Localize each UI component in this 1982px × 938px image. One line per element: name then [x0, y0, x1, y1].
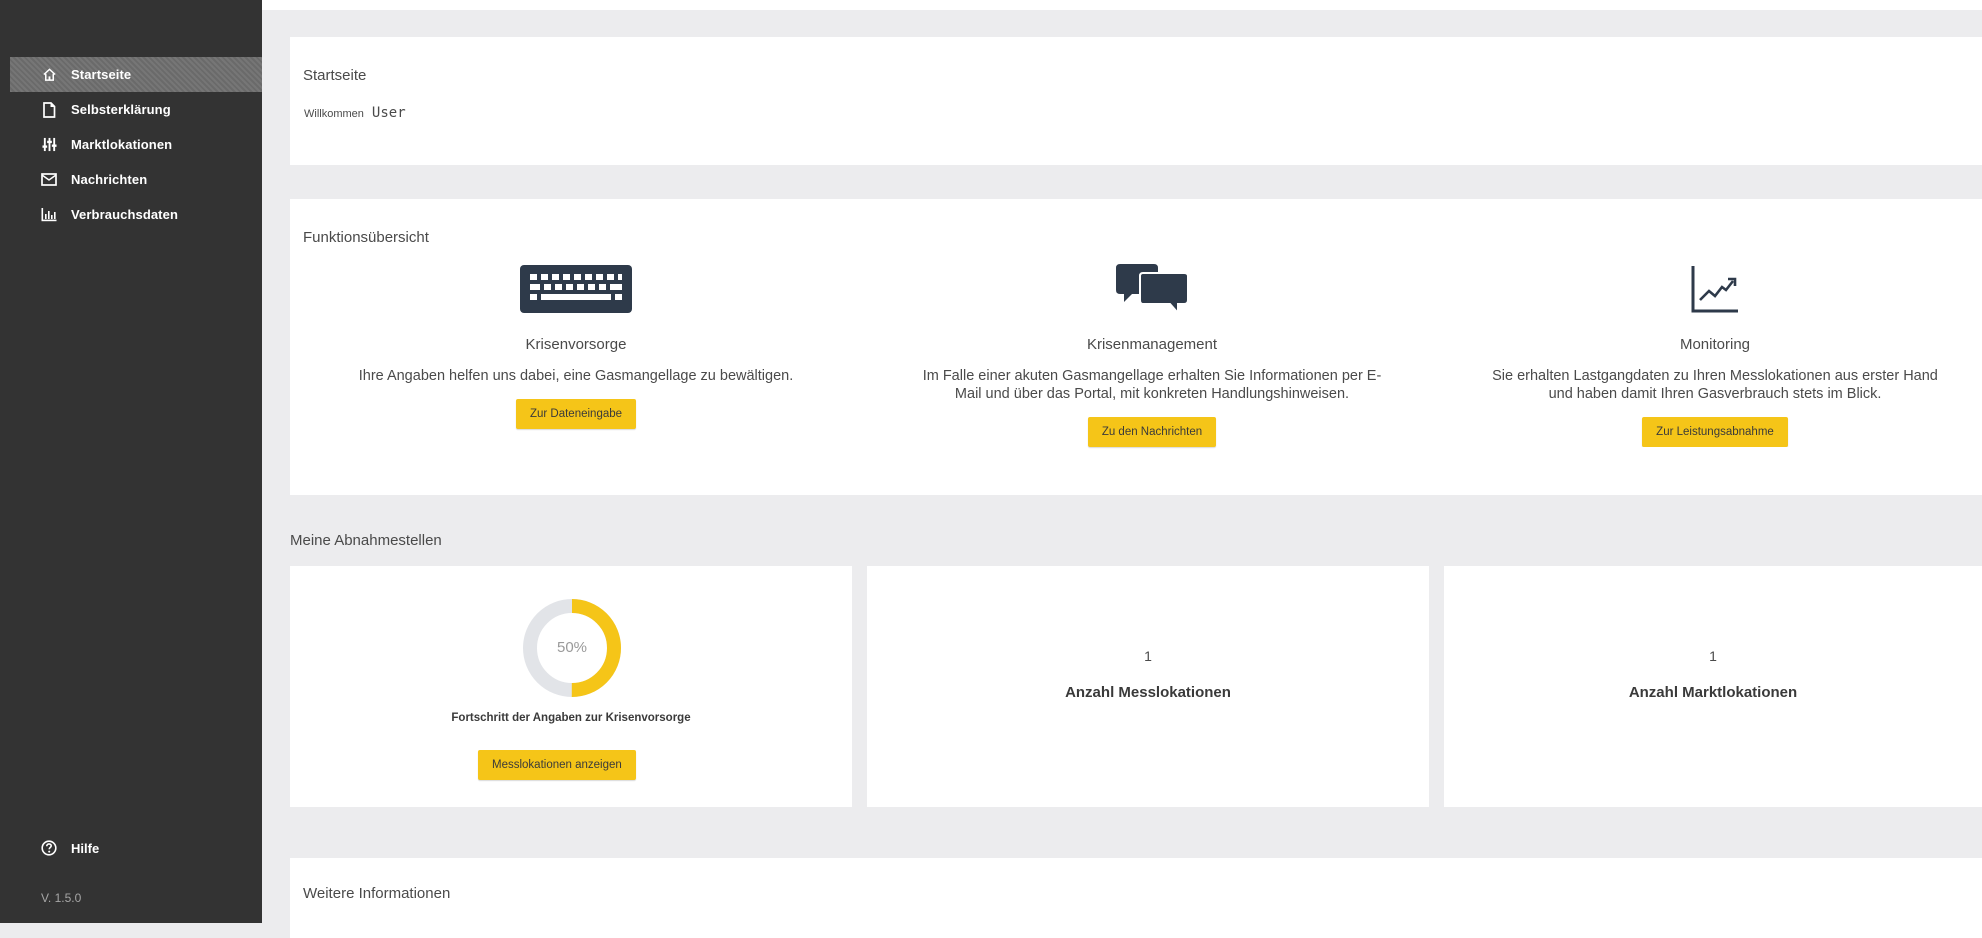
welcome-line: Willkommen User	[304, 105, 406, 121]
sidebar-item-nachrichten[interactable]: Nachrichten	[10, 162, 262, 197]
more-info-title: Weitere Informationen	[303, 885, 451, 902]
progress-percent: 50%	[556, 639, 588, 656]
sidebar: Startseite Selbsterklärung Marktlokation…	[0, 0, 262, 923]
feature-description: Im Falle einer akuten Gasmangellage erha…	[862, 367, 1442, 403]
progress-card: 50% Fortschritt der Angaben zur Krisenvo…	[290, 566, 852, 807]
feature-description-line: Im Falle einer akuten Gasmangellage erha…	[922, 368, 1382, 384]
feature-monitoring: Monitoring Sie erhalten Lastgangdaten zu…	[1448, 261, 1982, 447]
feature-description: Ihre Angaben helfen uns dabei, eine Gasm…	[304, 367, 848, 385]
messlokationen-label: Anzahl Messlokationen	[1065, 684, 1231, 701]
sidebar-item-selbsterklaerung[interactable]: Selbsterklärung	[10, 92, 262, 127]
zur-leistungsabnahme-button[interactable]: Zur Leistungsabnahme	[1642, 417, 1788, 447]
sidebar-item-label: Verbrauchsdaten	[71, 207, 178, 222]
home-icon	[41, 67, 57, 83]
feature-name: Krisenmanagement	[1086, 336, 1218, 353]
page-title: Startseite	[303, 67, 367, 84]
sidebar-nav: Startseite Selbsterklärung Marktlokation…	[10, 57, 262, 232]
zur-dateneingabe-button[interactable]: Zur Dateneingabe	[515, 399, 637, 429]
abnahmestellen-title: Meine Abnahmestellen	[290, 532, 442, 549]
file-icon	[41, 101, 57, 118]
messlokationen-anzeigen-button[interactable]: Messlokationen anzeigen	[478, 750, 636, 780]
feature-name: Krisenvorsorge	[525, 336, 627, 353]
sidebar-item-label: Nachrichten	[71, 172, 148, 187]
messlokationen-count: 1	[1144, 648, 1152, 664]
marktlokationen-count: 1	[1709, 648, 1717, 664]
help-link[interactable]: Hilfe	[41, 840, 99, 856]
welcome-card: Startseite Willkommen User	[290, 37, 1982, 165]
bar-chart-icon	[41, 207, 57, 223]
feature-name: Monitoring	[1679, 336, 1751, 353]
sidebar-item-verbrauchsdaten[interactable]: Verbrauchsdaten	[10, 197, 262, 232]
marktlokationen-card: 1 Anzahl Marktlokationen	[1444, 566, 1982, 807]
feature-krisenvorsorge: Krisenvorsorge Ihre Angaben helfen uns d…	[304, 261, 848, 429]
messlokationen-card: 1 Anzahl Messlokationen	[867, 566, 1429, 807]
top-bar	[262, 0, 1982, 10]
progress-donut: 50%	[519, 595, 625, 701]
marktlokationen-label: Anzahl Marktlokationen	[1628, 684, 1798, 701]
user-name: User	[371, 105, 406, 121]
feature-description-line: und haben damit Ihren Gasverbrauch stets…	[1548, 386, 1882, 402]
help-label: Hilfe	[71, 840, 100, 856]
version-label: V. 1.5.0	[41, 891, 82, 905]
sidebar-item-label: Selbsterklärung	[71, 102, 171, 117]
feature-description: Sie erhalten Lastgangdaten zu Ihren Mess…	[1448, 367, 1982, 403]
chat-icon	[862, 261, 1442, 316]
sidebar-item-startseite[interactable]: Startseite	[10, 57, 262, 92]
feature-description-line: Sie erhalten Lastgangdaten zu Ihren Mess…	[1492, 368, 1938, 384]
sliders-icon	[41, 137, 57, 153]
trend-chart-icon	[1448, 261, 1982, 316]
features-title: Funktionsübersicht	[303, 229, 429, 246]
more-info-card: Weitere Informationen	[290, 858, 1982, 938]
mail-icon	[41, 172, 57, 188]
help-icon	[41, 840, 57, 856]
welcome-greeting: Willkommen	[304, 108, 364, 120]
sidebar-item-label: Marktlokationen	[71, 137, 173, 152]
keyboard-icon	[304, 261, 848, 316]
sidebar-item-label: Startseite	[71, 67, 132, 82]
sidebar-item-marktlokationen[interactable]: Marktlokationen	[10, 127, 262, 162]
zu-den-nachrichten-button[interactable]: Zu den Nachrichten	[1087, 417, 1217, 447]
feature-description-line: Mail und über das Portal, mit konkreten …	[954, 386, 1350, 402]
feature-krisenmanagement: Krisenmanagement Im Falle einer akuten G…	[862, 261, 1442, 447]
features-card: Funktionsübersicht Krisenvorsorge Ihre A…	[290, 199, 1982, 495]
feature-description-line: Ihre Angaben helfen uns dabei, eine Gasm…	[358, 368, 794, 384]
progress-caption: Fortschritt der Angaben zur Krisenvorsor…	[451, 712, 691, 724]
